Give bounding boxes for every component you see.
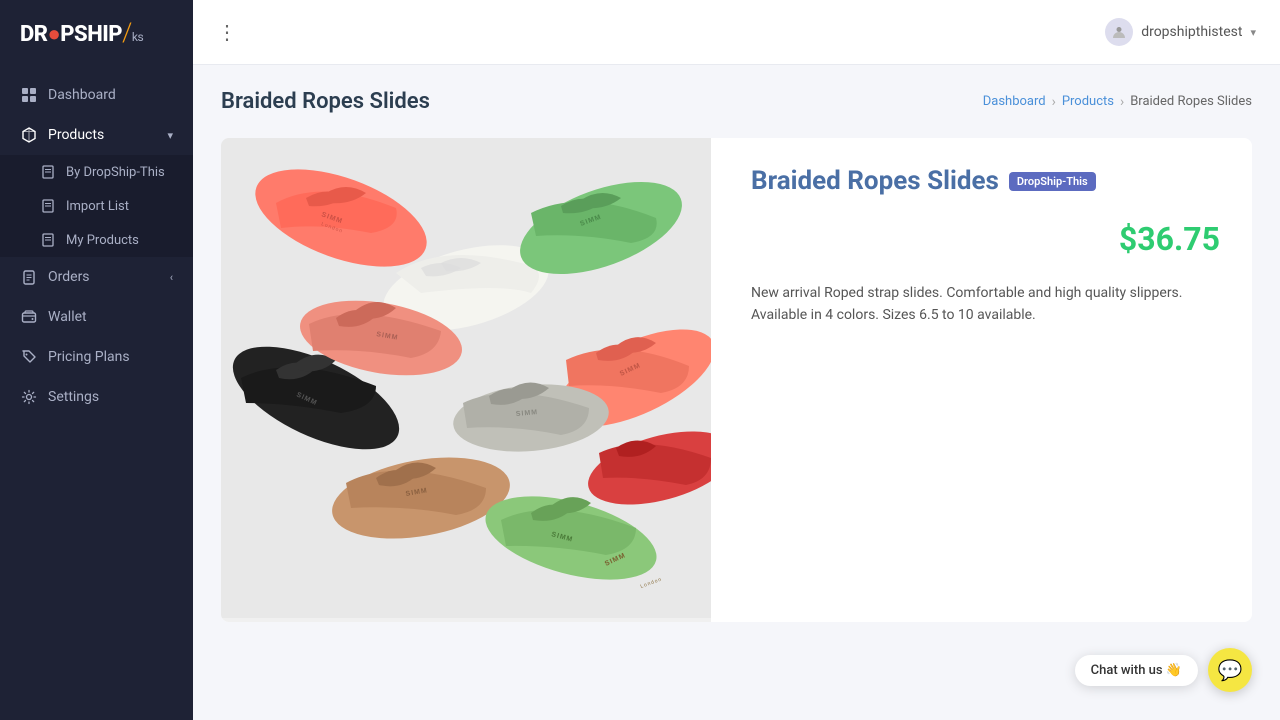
file-icon <box>40 164 56 180</box>
products-submenu: By DropShip-This Import List <box>0 155 193 257</box>
logo[interactable]: DR●PSHIP/ks <box>0 0 193 65</box>
header: ⋮ dropshipthistest ▾ <box>193 0 1280 65</box>
user-menu[interactable]: dropshipthistest ▾ <box>1105 18 1256 46</box>
chat-widget: Chat with us 👋 💬 <box>1075 648 1252 692</box>
breadcrumb-sep-2: › <box>1120 94 1124 110</box>
breadcrumb-dashboard[interactable]: Dashboard <box>983 94 1046 109</box>
box-icon <box>20 126 38 144</box>
tag-icon <box>20 348 38 366</box>
chat-icon: 💬 <box>1218 658 1243 682</box>
sidebar-item-wallet-label: Wallet <box>48 309 87 325</box>
product-name-row: Braided Ropes Slides DropShip-This <box>751 166 1220 196</box>
avatar <box>1105 18 1133 46</box>
page-title: Braided Ropes Slides <box>221 89 430 114</box>
product-name: Braided Ropes Slides <box>751 166 999 196</box>
product-image-section: SIMM SIMM SIMM SIMM SIMM SIMM SIMM SIMM … <box>221 138 711 622</box>
sidebar: DR●PSHIP/ks Dashboard <box>0 0 193 720</box>
my-products-label: My Products <box>66 233 139 248</box>
page-header: Braided Ropes Slides Dashboard › Product… <box>221 89 1252 114</box>
sidebar-item-products-label: Products <box>48 127 104 143</box>
sidebar-item-dashboard[interactable]: Dashboard <box>0 75 193 115</box>
sidebar-item-dashboard-label: Dashboard <box>48 87 116 103</box>
chevron-left-icon: ‹ <box>170 271 173 284</box>
my-products-icon <box>40 232 56 248</box>
clipboard-icon <box>20 268 38 286</box>
sidebar-item-orders[interactable]: Orders ‹ <box>0 257 193 297</box>
breadcrumb-sep-1: › <box>1052 94 1056 110</box>
product-details: Braided Ropes Slides DropShip-This $36.7… <box>743 138 1252 622</box>
chat-button[interactable]: 💬 <box>1208 648 1252 692</box>
product-price: $36.75 <box>751 220 1220 258</box>
breadcrumb-products[interactable]: Products <box>1062 94 1114 109</box>
import-icon <box>40 198 56 214</box>
import-list-label: Import List <box>66 199 129 214</box>
sidebar-item-by-dropship-this[interactable]: By DropShip-This <box>0 155 193 189</box>
sidebar-item-pricing-plans[interactable]: Pricing Plans <box>0 337 193 377</box>
sidebar-item-orders-label: Orders <box>48 269 90 285</box>
breadcrumb: Dashboard › Products › Braided Ropes Sli… <box>983 94 1252 110</box>
grid-icon <box>20 86 38 104</box>
content-area: Braided Ropes Slides Dashboard › Product… <box>193 65 1280 720</box>
product-container: SIMM SIMM SIMM SIMM SIMM SIMM SIMM SIMM … <box>221 138 1252 622</box>
gear-icon <box>20 388 38 406</box>
main-content: ⋮ dropshipthistest ▾ Braided Ropes Slide… <box>193 0 1280 720</box>
chevron-down-icon: ▾ <box>1250 26 1256 39</box>
sidebar-item-settings[interactable]: Settings <box>0 377 193 417</box>
sidebar-item-products[interactable]: Products ▾ <box>0 115 193 155</box>
by-dropship-this-label: By DropShip-This <box>66 165 165 180</box>
chat-label: Chat with us 👋 <box>1075 655 1198 686</box>
breadcrumb-current: Braided Ropes Slides <box>1130 94 1252 109</box>
sidebar-nav: Dashboard Products ▾ <box>0 65 193 720</box>
username: dropshipthistest <box>1141 24 1242 40</box>
product-image: SIMM SIMM SIMM SIMM SIMM SIMM SIMM SIMM … <box>221 138 711 618</box>
chevron-down-icon: ▾ <box>167 129 173 142</box>
sidebar-item-wallet[interactable]: Wallet <box>0 297 193 337</box>
dropship-badge: DropShip-This <box>1009 172 1096 191</box>
wallet-icon <box>20 308 38 326</box>
sidebar-item-import-list[interactable]: Import List <box>0 189 193 223</box>
sidebar-item-pricing-plans-label: Pricing Plans <box>48 349 130 365</box>
sidebar-item-settings-label: Settings <box>48 389 99 405</box>
menu-icon[interactable]: ⋮ <box>217 20 237 44</box>
product-description: New arrival Roped strap slides. Comforta… <box>751 282 1220 327</box>
sidebar-item-my-products[interactable]: My Products <box>0 223 193 257</box>
